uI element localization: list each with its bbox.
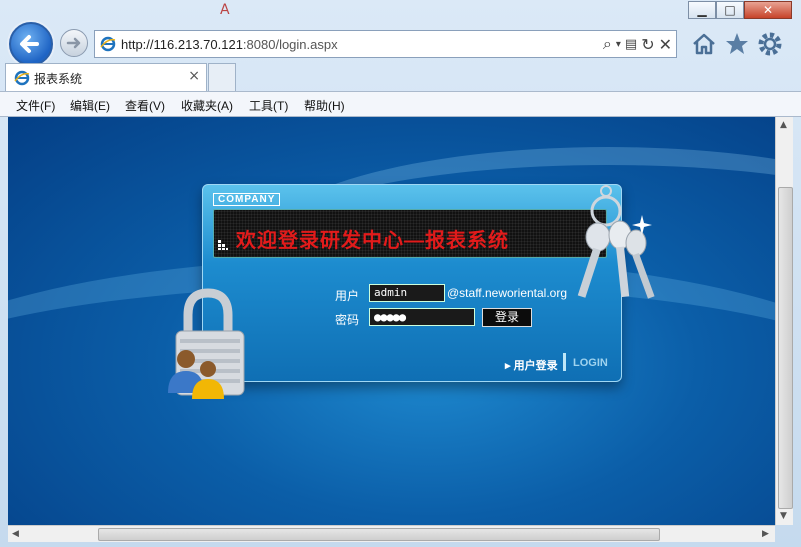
back-button[interactable] [9,22,53,66]
password-label: 密码 [335,313,360,327]
url-path: :8080/login.aspx [242,37,338,52]
company-label: COMPANY [213,193,281,206]
email-domain-suffix: @staff.neworiental.org [447,286,568,300]
url-text[interactable]: http://116.213.70.121:8080/login.aspx [121,37,338,52]
menu-help[interactable]: 帮助(H) [304,97,345,114]
scroll-up-icon[interactable]: ▲ [780,120,787,130]
horizontal-scrollbar[interactable]: ◀ ▶ [8,525,775,542]
tab-close-icon[interactable]: × [188,68,200,84]
menu-favorites[interactable]: 收藏夹(A) [181,97,233,114]
page-title: 欢迎登录研发中心—报表系统 [236,230,509,252]
page-content: COMPANY 欢迎登录研发中心—报表系统 用户 admin @staff.ne… [8,117,775,525]
menu-tools[interactable]: 工具(T) [249,97,288,114]
login-panel: COMPANY 欢迎登录研发中心—报表系统 用户 admin @staff.ne… [202,184,622,382]
led-dots-icon [218,240,228,250]
arrow-left-icon [20,35,39,53]
menu-view[interactable]: 查看(V) [125,97,165,114]
menu-bar: 文件(F) 编辑(E) 查看(V) 收藏夹(A) 工具(T) 帮助(H) [0,91,801,117]
menu-file[interactable]: 文件(F) [16,97,55,114]
ie-tab-icon [14,70,30,86]
home-icon[interactable] [690,30,718,58]
ie-page-icon [100,36,116,52]
maximize-button[interactable]: □ [716,1,744,19]
vertical-scrollbar[interactable]: ▲ ▼ [775,117,793,525]
dropdown-icon[interactable]: ▾ [616,39,621,50]
tab-title: 报表系统 [34,72,83,86]
scroll-left-icon[interactable]: ◀ [12,529,19,539]
url-host: http://116.213.70.121 [121,37,243,52]
padlock-users-icon [168,288,245,399]
divider [563,353,566,371]
background-app-icon: A [220,2,230,18]
search-icon[interactable]: ⌕ [603,34,612,54]
browser-window: A ▁ □ ✕ http://116.213.70.121:8080/login… [0,0,801,547]
scroll-down-icon[interactable]: ▼ [780,511,787,521]
forward-button[interactable] [60,29,88,57]
title-banner: 欢迎登录研发中心—报表系统 [213,209,607,258]
username-input[interactable]: admin [369,284,445,302]
address-bar[interactable]: http://116.213.70.121:8080/login.aspx ⌕ … [94,30,677,58]
login-button[interactable]: 登录 [482,308,532,327]
password-input[interactable]: ●●●●● [369,308,475,326]
stop-icon[interactable]: ✕ [659,35,672,54]
login-link[interactable]: LOGIN [573,357,608,369]
user-login-link[interactable]: ▸ 用户登录 [505,357,558,373]
refresh-icon[interactable]: ↻ [641,35,654,54]
settings-gear-icon[interactable] [756,30,784,58]
minimize-button[interactable]: ▁ [688,1,716,19]
address-tools: ⌕ ▾ ▤ ↻ ✕ [603,34,672,54]
vertical-scroll-thumb[interactable] [778,187,793,509]
favorites-star-icon[interactable] [723,30,751,58]
menu-edit[interactable]: 编辑(E) [70,97,110,114]
keys-icon [577,185,655,299]
browser-tab[interactable]: 报表系统 × [5,63,207,91]
close-button[interactable]: ✕ [744,1,792,19]
scroll-right-icon[interactable]: ▶ [762,529,769,539]
compatibility-view-icon[interactable]: ▤ [625,37,637,52]
username-label: 用户 [335,289,360,303]
arrow-right-icon [66,37,81,49]
new-tab-button[interactable] [208,63,236,91]
horizontal-scroll-thumb[interactable] [98,528,660,541]
window-controls: ▁ □ ✕ [688,1,792,21]
